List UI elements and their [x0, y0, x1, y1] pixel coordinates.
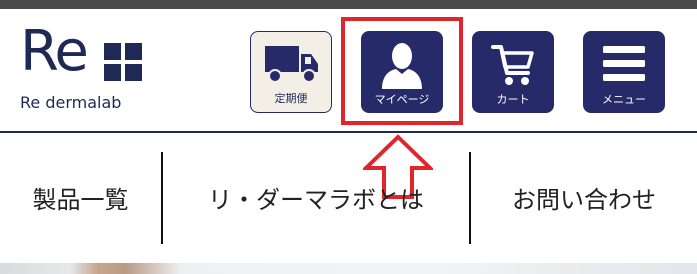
logo-wordmark: Re: [20, 19, 89, 84]
nav-contact[interactable]: お問い合わせ: [471, 150, 697, 245]
truck-icon: [265, 46, 318, 83]
menu-label: メニュー: [602, 93, 646, 106]
top-bar: [0, 0, 697, 9]
subscription-label: 定期便: [274, 92, 308, 105]
cart-label: カート: [496, 93, 530, 106]
highlight-box: [341, 17, 463, 125]
hamburger-menu-icon: [603, 46, 645, 81]
cart-icon: [491, 45, 534, 85]
header-divider: [0, 131, 697, 133]
subscription-button[interactable]: 定期便: [250, 31, 332, 113]
nav-about[interactable]: リ・ダーマラボとは: [163, 150, 469, 245]
brand-logo[interactable]: Re Re dermalab: [20, 24, 160, 120]
hero-image: [0, 263, 697, 274]
cart-button[interactable]: カート: [472, 31, 554, 113]
menu-button[interactable]: メニュー: [583, 31, 665, 113]
nav-products[interactable]: 製品一覧: [0, 150, 161, 245]
logo-squares-icon: [104, 43, 142, 81]
logo-subtitle: Re dermalab: [20, 93, 122, 112]
